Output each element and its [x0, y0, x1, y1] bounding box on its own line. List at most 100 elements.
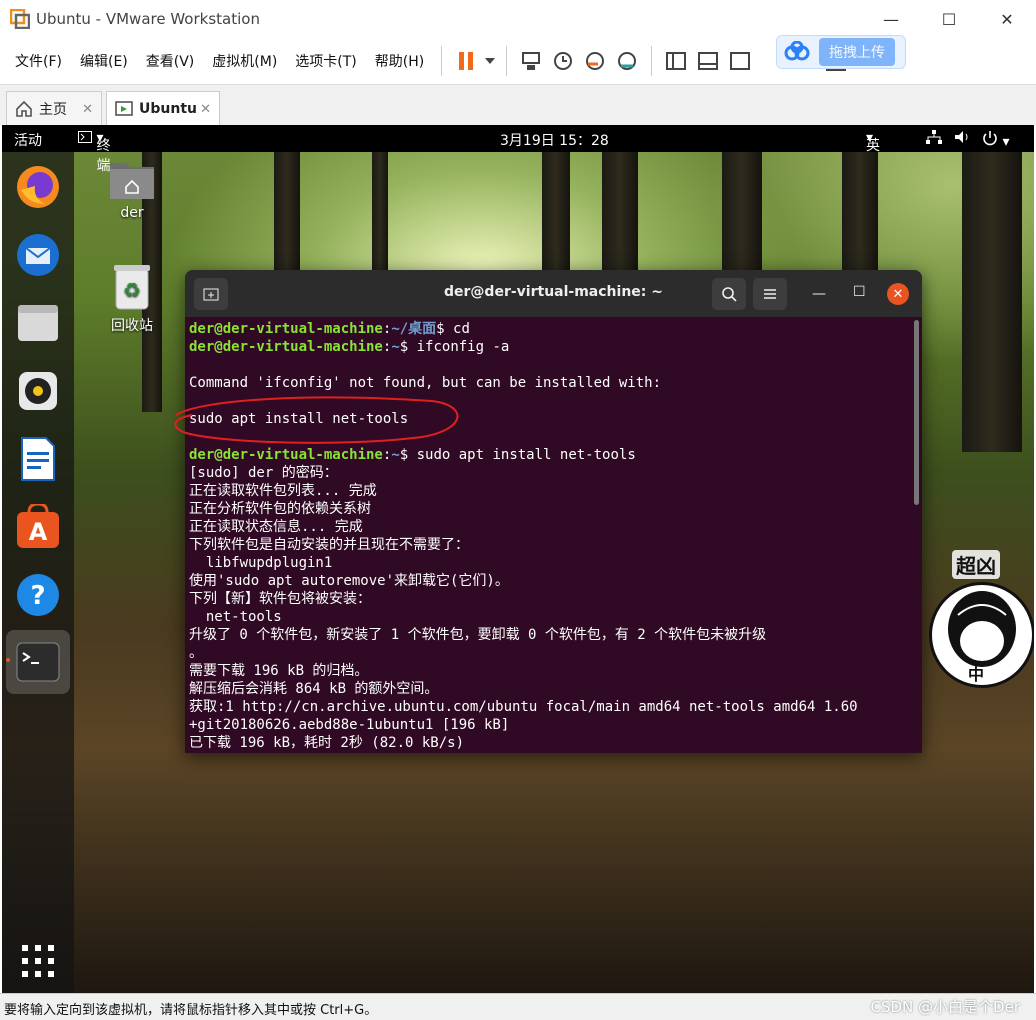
trash-icon: ♻	[114, 265, 150, 310]
menu-tabs[interactable]: 选项卡(T)	[286, 51, 365, 71]
vm-icon	[115, 101, 133, 116]
thunderbird-icon[interactable]	[14, 231, 62, 279]
search-button[interactable]	[712, 278, 746, 310]
menu-file[interactable]: 文件(F)	[0, 51, 71, 71]
toolbar-separator	[651, 46, 653, 76]
prompt-path: ~/桌面	[391, 321, 437, 337]
output-line: 升级了 0 个软件包，新安装了 1 个软件包，要卸载 0 个软件包，有 2 个软…	[189, 627, 767, 643]
minimize-button[interactable]: —	[862, 0, 920, 38]
output-line: 使用'sudo apt autoremove'来卸载它(它们)。	[189, 573, 509, 589]
avatar-text: 中	[968, 665, 985, 684]
send-ctrl-alt-del-icon[interactable]	[515, 45, 547, 77]
terminal-small-icon	[78, 131, 92, 143]
status-bar: 要将输入定向到该虚拟机，请将鼠标指针移入其中或按 Ctrl+G。 CSDN @小…	[0, 993, 1036, 1020]
running-indicator	[6, 658, 10, 662]
terminal-header: der@der-virtual-machine: ~ — ☐ ✕	[185, 270, 922, 317]
red-annotation-ellipse	[174, 396, 459, 444]
menu-edit[interactable]: 编辑(E)	[71, 51, 137, 71]
output-line: 下列软件包是自动安装的并且现在不需要了：	[189, 537, 469, 553]
tab-bar: 主页 ✕ Ubuntu ✕	[0, 84, 1036, 126]
dock: A ?	[2, 152, 74, 993]
thumbnail-bar-icon[interactable]	[692, 45, 724, 77]
output-line: 已下载 196 kB，耗时 2秒 (82.0 kB/s)	[189, 735, 465, 751]
prompt-user: der@der-virtual-machine	[189, 339, 383, 355]
snapshot-icon[interactable]	[547, 45, 579, 77]
terminal-icon[interactable]	[14, 638, 62, 686]
app-menu[interactable]: 终端 ▾	[78, 130, 110, 174]
toolbar-separator	[506, 46, 508, 76]
maximize-terminal-button[interactable]: ☐	[853, 284, 866, 300]
snapshot-manager-icon[interactable]	[611, 45, 643, 77]
firefox-icon[interactable]	[14, 163, 62, 211]
prompt-path: ~	[391, 339, 400, 355]
desktop-icon-home[interactable]: der	[100, 157, 164, 221]
tab-label: 主页	[39, 102, 67, 118]
close-button[interactable]: ✕	[978, 0, 1036, 38]
minimize-terminal-button[interactable]: —	[812, 286, 826, 302]
libreoffice-writer-icon[interactable]	[14, 435, 62, 483]
hamburger-menu-button[interactable]	[753, 278, 787, 310]
tab-home[interactable]: 主页 ✕	[6, 91, 102, 126]
home-icon	[16, 100, 32, 117]
terminal-scrollbar[interactable]	[914, 320, 919, 505]
vm-display[interactable]: 活动 终端 ▾ 3月19日 15：28 英 ▾ ▾ A ? der ♻ 回收站 …	[2, 125, 1034, 993]
show-applications-icon[interactable]	[14, 937, 62, 985]
status-message: 要将输入定向到该虚拟机，请将鼠标指针移入其中或按 Ctrl+G。	[4, 1003, 378, 1018]
output-line: +git20180626.aebd88e-1ubuntu1 [196 kB]	[189, 717, 510, 733]
search-icon	[722, 287, 737, 302]
output-line: 正在读取状态信息... 完成	[189, 519, 363, 535]
output-line: 解压缩后会消耗 864 kB 的额外空间。	[189, 681, 439, 697]
menu-help[interactable]: 帮助(H)	[366, 51, 433, 71]
output-line: 正在读取软件包列表... 完成	[189, 483, 377, 499]
command: $ ifconfig -a	[399, 339, 510, 355]
watermark: CSDN @小白是个Der	[870, 998, 1020, 1016]
revert-snapshot-icon[interactable]	[579, 45, 611, 77]
output-line: libfwupdplugin1	[189, 555, 333, 571]
window-title-bar: Ubuntu - VMware Workstation — ☐ ✕	[0, 0, 1036, 38]
close-tab-icon[interactable]: ✕	[200, 102, 211, 117]
desktop-icon-label: 回收站	[111, 318, 153, 334]
output-line: 需要下载 196 kB 的归档。	[189, 663, 369, 679]
pause-icon[interactable]	[450, 45, 482, 77]
sidebar-toggle-icon[interactable]	[660, 45, 692, 77]
activities-button[interactable]: 活动	[14, 130, 42, 150]
console-view-icon[interactable]	[724, 45, 756, 77]
maximize-button[interactable]: ☐	[920, 0, 978, 38]
output-line: 。	[189, 645, 203, 661]
svg-text:?: ?	[30, 581, 45, 611]
ubuntu-software-icon[interactable]: A	[14, 503, 62, 551]
chevron-down-icon[interactable]	[482, 45, 498, 77]
svg-text:♻: ♻	[123, 278, 141, 302]
help-icon[interactable]: ?	[14, 571, 62, 619]
window-title: Ubuntu - VMware Workstation	[36, 10, 260, 28]
close-tab-icon[interactable]: ✕	[82, 102, 93, 117]
tab-label: Ubuntu	[139, 101, 197, 117]
menu-view[interactable]: 查看(V)	[137, 51, 204, 71]
desktop-icon-label: der	[120, 205, 144, 221]
volume-icon[interactable]	[954, 130, 972, 148]
upload-float-widget[interactable]: 拖拽上传	[776, 35, 906, 69]
output-line: net-tools	[189, 609, 282, 625]
menu-vm[interactable]: 虚拟机(M)	[203, 51, 286, 71]
vmware-logo-icon	[9, 8, 31, 30]
menu-icon	[764, 289, 776, 299]
home-folder-icon	[110, 163, 154, 199]
terminal-window[interactable]: der@der-virtual-machine: ~ — ☐ ✕ der@der…	[185, 270, 922, 753]
desktop-icon-trash[interactable]: ♻ 回收站	[100, 263, 164, 335]
files-icon[interactable]	[14, 299, 62, 347]
avatar[interactable]: 中	[929, 582, 1034, 688]
tab-ubuntu[interactable]: Ubuntu ✕	[106, 91, 220, 126]
input-method-label: 英	[866, 138, 880, 154]
network-icon[interactable]	[926, 130, 942, 148]
power-icon[interactable]: ▾	[982, 130, 1009, 150]
cloud-icon	[784, 41, 810, 61]
close-terminal-button[interactable]: ✕	[887, 283, 909, 305]
rhythmbox-icon[interactable]	[14, 367, 62, 415]
prompt-user: der@der-virtual-machine	[189, 321, 383, 337]
svg-text:A: A	[29, 518, 48, 546]
command: $ cd	[436, 321, 470, 337]
input-method-indicator[interactable]: 英 ▾	[866, 130, 880, 154]
clock[interactable]: 3月19日 15：28	[500, 130, 609, 150]
toolbar-separator	[441, 46, 443, 76]
